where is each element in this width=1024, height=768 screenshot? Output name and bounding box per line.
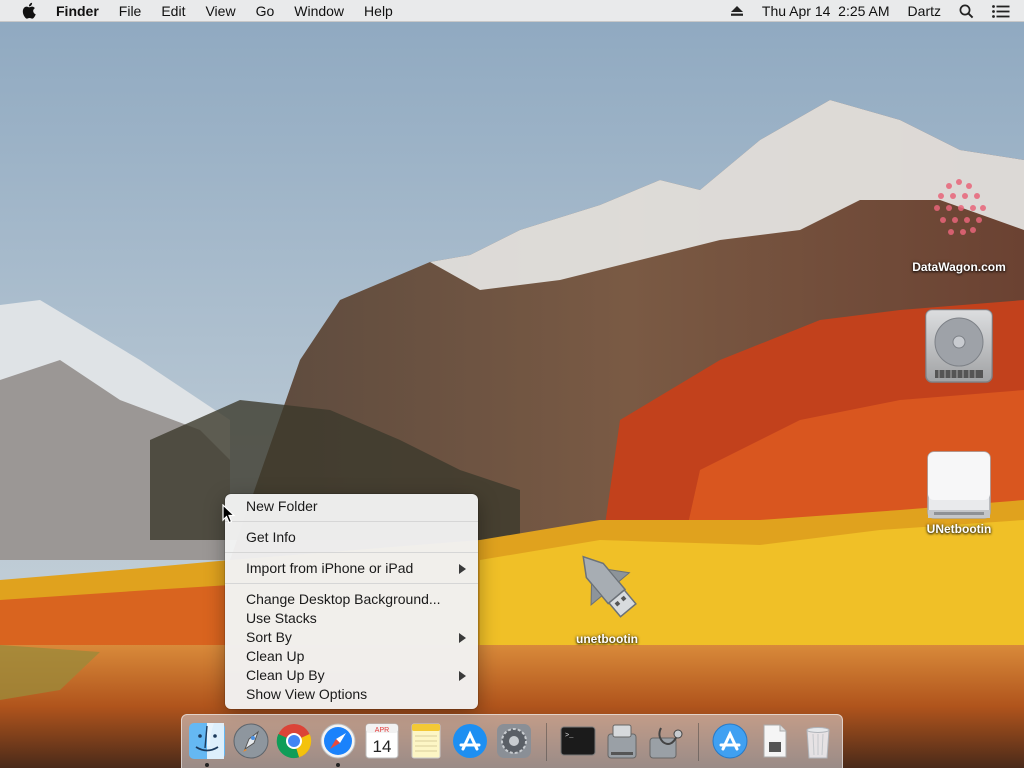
calendar-icon[interactable]: APR 14	[363, 722, 401, 760]
running-indicator	[336, 763, 340, 767]
notification-center-icon[interactable]	[983, 4, 1024, 18]
desktop-icon-unetbootin-app[interactable]: unetbootin	[562, 544, 652, 646]
menu-help[interactable]: Help	[354, 0, 403, 22]
app-store-downloads-icon[interactable]	[711, 722, 749, 760]
chrome-icon[interactable]	[275, 722, 313, 760]
desktop-wallpaper	[0, 0, 1024, 768]
safari-icon[interactable]	[319, 722, 357, 760]
disk-utility-stethoscope-icon[interactable]	[647, 722, 685, 760]
menu-separator	[225, 552, 478, 553]
running-indicator	[205, 763, 209, 767]
disk-utility-icon[interactable]	[603, 722, 641, 760]
menu-app-finder[interactable]: Finder	[52, 0, 109, 22]
dock-separator	[698, 723, 699, 761]
calendar-month: APR	[375, 727, 389, 734]
system-preferences-icon[interactable]	[495, 722, 533, 760]
desktop-icon-label: UNetbootin	[926, 522, 992, 536]
hard-drive-icon	[925, 309, 993, 383]
terminal-icon[interactable]: >_	[559, 722, 597, 760]
dock: APR 14 >_	[181, 714, 843, 768]
menu-view[interactable]: View	[195, 0, 245, 22]
menu-separator	[225, 583, 478, 584]
datawagon-logo-icon	[934, 179, 986, 235]
mouse-cursor-icon	[222, 504, 236, 524]
menu-bar: Finder File Edit View Go Window Help Thu…	[0, 0, 1024, 22]
spotlight-search-icon[interactable]	[950, 4, 983, 19]
notes-icon[interactable]	[407, 722, 445, 760]
submenu-arrow-icon	[459, 564, 466, 574]
menu-go[interactable]: Go	[246, 0, 285, 22]
menubar-user[interactable]: Dartz	[899, 0, 950, 22]
calendar-day: 14	[373, 737, 392, 756]
unetbootin-app-icon	[582, 555, 637, 618]
menu-item-import-from-iphone[interactable]: Import from iPhone or iPad	[225, 559, 478, 578]
launchpad-icon[interactable]	[232, 722, 270, 760]
menu-file[interactable]: File	[109, 0, 152, 22]
desktop-icon-datawagon[interactable]: DataWagon.com	[898, 172, 1020, 274]
external-drive-icon	[927, 451, 991, 519]
apple-icon[interactable]	[18, 2, 38, 19]
desktop-context-menu: New Folder Get Info Import from iPhone o…	[225, 494, 478, 709]
menu-item-label: Get Info	[246, 529, 296, 545]
submenu-arrow-icon	[459, 671, 466, 681]
documents-icon[interactable]	[755, 722, 793, 760]
menu-item-use-stacks[interactable]: Use Stacks	[225, 609, 478, 628]
dock-separator	[546, 723, 547, 761]
menu-item-new-folder[interactable]: New Folder	[225, 497, 478, 516]
menu-item-label: Sort By	[246, 629, 292, 645]
menu-item-label: New Folder	[246, 498, 318, 514]
menu-separator	[225, 521, 478, 522]
menu-item-label: Clean Up By	[246, 667, 325, 683]
desktop-icon-label: DataWagon.com	[912, 260, 1006, 274]
menu-item-show-view-options[interactable]: Show View Options	[225, 685, 478, 704]
menubar-clock[interactable]: Thu Apr 14 2:25 AM	[753, 0, 899, 22]
eject-icon[interactable]	[721, 5, 753, 17]
menu-edit[interactable]: Edit	[151, 0, 195, 22]
menu-item-label: Change Desktop Background...	[246, 591, 441, 607]
desktop-icon-label: unetbootin	[576, 632, 638, 646]
menu-item-label: Use Stacks	[246, 610, 317, 626]
menu-item-change-desktop-background[interactable]: Change Desktop Background...	[225, 590, 478, 609]
menu-item-label: Import from iPhone or iPad	[246, 560, 414, 576]
menu-item-label: Show View Options	[246, 686, 368, 702]
svg-text:>_: >_	[565, 732, 574, 740]
menu-item-get-info[interactable]: Get Info	[225, 528, 478, 547]
menu-item-clean-up[interactable]: Clean Up	[225, 647, 478, 666]
submenu-arrow-icon	[459, 633, 466, 643]
menu-window[interactable]: Window	[284, 0, 354, 22]
menu-item-clean-up-by[interactable]: Clean Up By	[225, 666, 478, 685]
menu-item-sort-by[interactable]: Sort By	[225, 628, 478, 647]
app-store-icon[interactable]	[451, 722, 489, 760]
desktop-icon-unetbootin-drive[interactable]: UNetbootin	[908, 446, 1010, 536]
trash-icon[interactable]	[799, 722, 837, 760]
finder-icon[interactable]	[188, 722, 226, 760]
menu-item-label: Clean Up	[246, 648, 305, 664]
desktop-icon-hard-drive[interactable]	[918, 306, 1000, 386]
